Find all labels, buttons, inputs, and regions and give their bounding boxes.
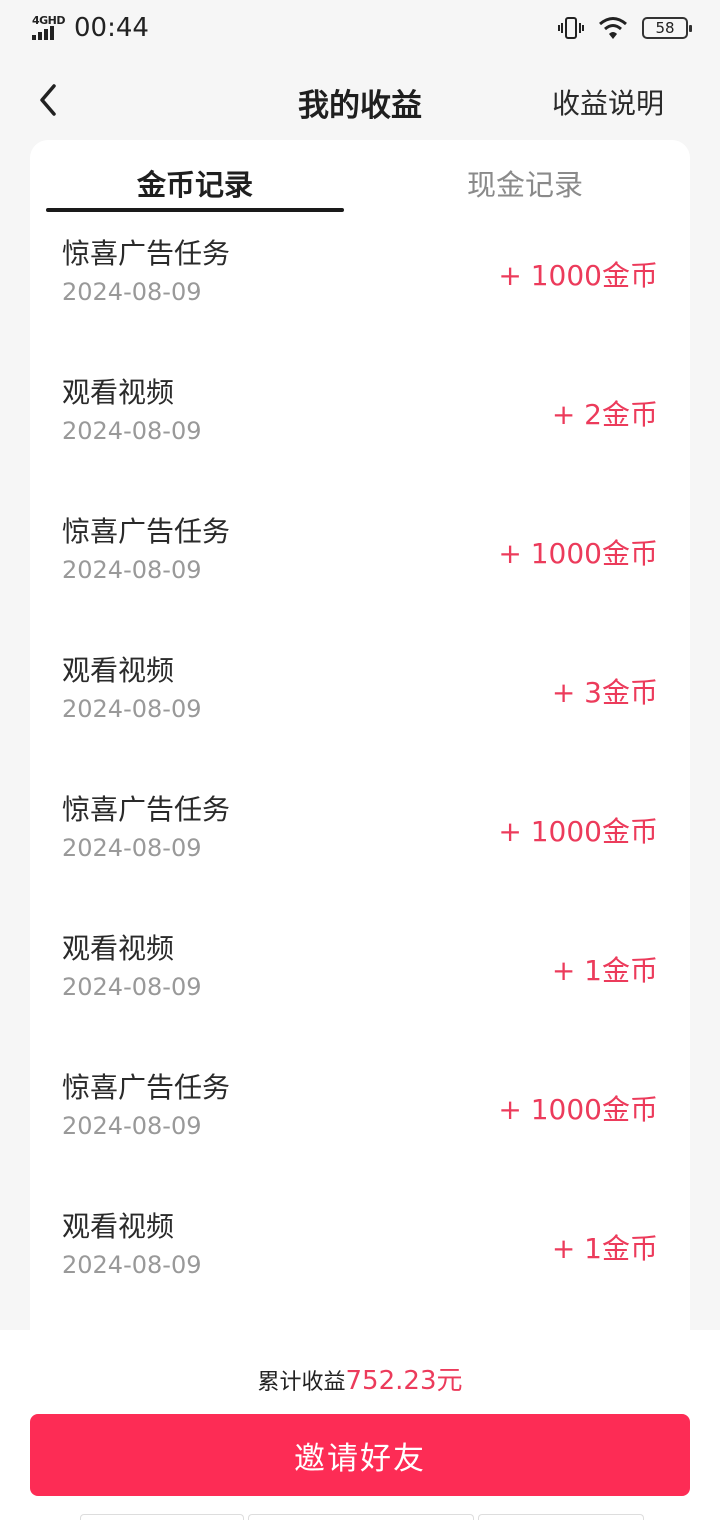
- total-earnings: 累计收益752.23元: [0, 1360, 720, 1397]
- record-list: 惊喜广告任务 2024-08-09 + 1000金币 观看视频 2024-08-…: [30, 220, 690, 1332]
- record-amount: + 1金币: [551, 1232, 658, 1265]
- signal-icon: 4GHD: [32, 14, 66, 42]
- wifi-icon: [599, 17, 627, 39]
- total-earnings-value: 752.23元: [345, 1366, 463, 1396]
- record-amount: + 1金币: [551, 954, 658, 987]
- record-amount: + 1000金币: [498, 259, 658, 292]
- status-bar: 4GHD 00:44 58: [0, 0, 720, 56]
- record-amount: + 1000金币: [498, 537, 658, 570]
- record-date: 2024-08-09: [62, 695, 202, 723]
- record-title: 惊喜广告任务: [62, 1071, 231, 1104]
- tab-cash-records[interactable]: 现金记录: [360, 140, 690, 214]
- record-title: 观看视频: [62, 1210, 175, 1243]
- record-date: 2024-08-09: [62, 1112, 202, 1140]
- list-item: 观看视频 2024-08-09 + 3金币: [30, 637, 690, 776]
- record-date: 2024-08-09: [62, 973, 202, 1001]
- record-title: 惊喜广告任务: [62, 515, 231, 548]
- record-title: 观看视频: [62, 932, 175, 965]
- records-card: 金币记录 现金记录 惊喜广告任务 2024-08-09 + 1000金币 观看视…: [30, 140, 690, 1380]
- record-title: 惊喜广告任务: [62, 793, 231, 826]
- tab-bar: 金币记录 现金记录: [30, 140, 690, 214]
- record-amount: + 3金币: [551, 676, 658, 709]
- header: 我的收益 收益说明: [0, 64, 720, 136]
- record-date: 2024-08-09: [62, 278, 202, 306]
- list-item: 观看视频 2024-08-09 + 1金币: [30, 915, 690, 1054]
- vibrate-icon: [558, 14, 584, 42]
- earnings-explanation-link[interactable]: 收益说明: [552, 82, 664, 122]
- earnings-page: 4GHD 00:44 58 我的收益 收益说明 金币记录 现金记录 惊喜广告任务…: [0, 0, 720, 1520]
- record-title: 观看视频: [62, 654, 175, 687]
- record-date: 2024-08-09: [62, 834, 202, 862]
- clock: 00:44: [74, 13, 149, 43]
- list-item: 惊喜广告任务 2024-08-09 + 1000金币: [30, 1054, 690, 1193]
- bottom-panel: 累计收益752.23元 邀请好友: [0, 1330, 720, 1520]
- record-amount: + 1000金币: [498, 1093, 658, 1126]
- record-amount: + 1000金币: [498, 815, 658, 848]
- record-title: 观看视频: [62, 376, 175, 409]
- record-date: 2024-08-09: [62, 1251, 202, 1279]
- list-item: 观看视频 2024-08-09 + 1金币: [30, 1193, 690, 1332]
- list-item: 惊喜广告任务 2024-08-09 + 1000金币: [30, 220, 690, 359]
- list-item: 惊喜广告任务 2024-08-09 + 1000金币: [30, 776, 690, 915]
- list-item: 观看视频 2024-08-09 + 2金币: [30, 359, 690, 498]
- invite-friends-button[interactable]: 邀请好友: [30, 1414, 690, 1496]
- record-amount: + 2金币: [551, 398, 658, 431]
- list-item: 惊喜广告任务 2024-08-09 + 1000金币: [30, 498, 690, 637]
- tab-indicator: [46, 208, 344, 212]
- battery-icon: 58: [642, 17, 692, 39]
- tab-coin-records[interactable]: 金币记录: [30, 140, 360, 214]
- battery-level: 58: [655, 19, 675, 37]
- record-date: 2024-08-09: [62, 556, 202, 584]
- record-title: 惊喜广告任务: [62, 237, 231, 270]
- record-date: 2024-08-09: [62, 417, 202, 445]
- total-earnings-label: 累计收益: [257, 1370, 346, 1395]
- bottom-stubs: [80, 1514, 644, 1520]
